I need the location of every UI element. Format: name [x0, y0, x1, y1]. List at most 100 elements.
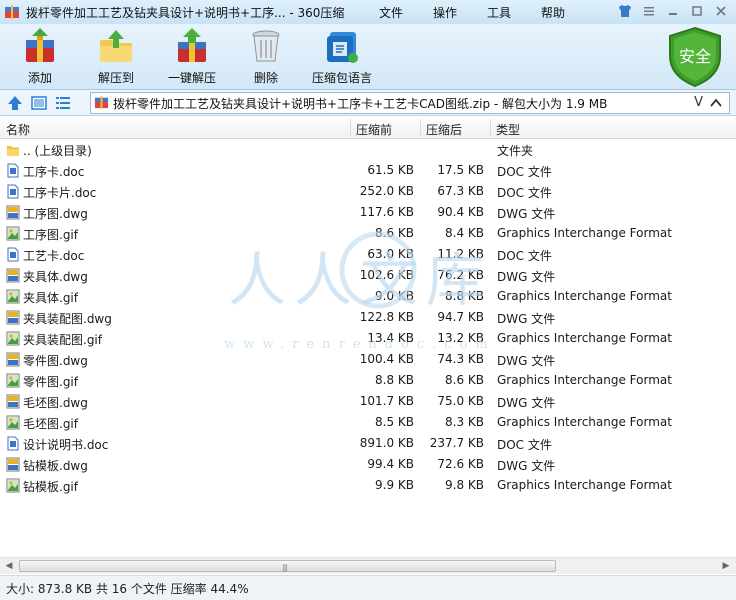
- file-row[interactable]: 夹具体.dwg 102.6 KB 76.2 KB DWG 文件: [0, 265, 736, 286]
- file-name: 零件图.dwg: [23, 354, 88, 368]
- add-label: 添加: [27, 71, 52, 85]
- add-button[interactable]: 添加: [8, 28, 72, 88]
- list-view-icon[interactable]: [54, 94, 72, 112]
- horizontal-scrollbar[interactable]: ◀ ||| ▶: [0, 557, 736, 574]
- scrollbar-thumb[interactable]: |||: [19, 560, 556, 572]
- column-header: 名称 压缩前 压缩后 类型: [0, 117, 736, 139]
- column-type[interactable]: 类型: [496, 121, 520, 138]
- minimize-icon[interactable]: [662, 2, 684, 20]
- extract-folder-icon: [98, 28, 134, 64]
- file-row[interactable]: 工序图.gif 8.6 KB 8.4 KB Graphics Interchange …: [0, 223, 736, 244]
- file-row[interactable]: 夹具体.gif 9.0 KB 8.8 KB Graphics Interchange …: [0, 286, 736, 307]
- gif-file-icon: [6, 415, 20, 430]
- dwg-file-icon: [6, 352, 20, 367]
- file-type: DOC 文件: [497, 438, 552, 452]
- security-shield-badge[interactable]: 安全: [666, 26, 724, 88]
- file-original-size: 8.6 KB: [375, 226, 414, 240]
- file-row[interactable]: 零件图.dwg 100.4 KB 74.3 KB DWG 文件: [0, 349, 736, 370]
- file-row[interactable]: 设计说明书.doc 891.0 KB 237.7 KB DOC 文件: [0, 433, 736, 454]
- file-list: .. (上级目录) 文件夹 工序卡.doc 61.5 KB 17.5 KB DOC 文件工…: [0, 139, 736, 554]
- file-row[interactable]: 工序图.dwg 117.6 KB 90.4 KB DWG 文件: [0, 202, 736, 223]
- column-divider[interactable]: [420, 119, 421, 136]
- file-name: 夹具体.gif: [23, 291, 78, 305]
- delete-label: 删除: [253, 71, 278, 85]
- status-text: 大小: 873.8 KB 共 16 个文件 压缩率 44.4%: [6, 582, 249, 596]
- file-row[interactable]: 夹具装配图.dwg 122.8 KB 94.7 KB DWG 文件: [0, 307, 736, 328]
- column-divider[interactable]: [490, 119, 491, 136]
- file-type: 文件夹: [497, 144, 534, 158]
- column-divider[interactable]: [350, 119, 351, 136]
- file-row[interactable]: 毛坯图.gif 8.5 KB 8.3 KB Graphics Interchange …: [0, 412, 736, 433]
- shirt-icon[interactable]: [614, 2, 636, 20]
- file-original-size: 101.7 KB: [359, 394, 414, 408]
- file-row[interactable]: 毛坯图.dwg 101.7 KB 75.0 KB DWG 文件: [0, 391, 736, 412]
- column-compressed-size[interactable]: 压缩后: [426, 121, 462, 138]
- file-row[interactable]: 钻模板.dwg 99.4 KB 72.6 KB DWG 文件: [0, 454, 736, 475]
- dwg-file-icon: [6, 205, 20, 220]
- maximize-icon[interactable]: [686, 2, 708, 20]
- up-arrow-icon[interactable]: [6, 94, 24, 112]
- scroll-left-arrow-icon[interactable]: ◀: [1, 559, 17, 574]
- file-original-size: 13.4 KB: [367, 331, 414, 345]
- doc-file-icon: [6, 247, 20, 262]
- close-icon[interactable]: [710, 2, 732, 20]
- gif-file-icon: [6, 226, 20, 241]
- file-name: 毛坯图.gif: [23, 417, 78, 431]
- menu-operation[interactable]: 操作: [418, 4, 472, 21]
- scroll-right-arrow-icon[interactable]: ▶: [718, 559, 734, 574]
- file-type: Graphics Interchange Format: [497, 226, 672, 240]
- file-row[interactable]: .. (上级目录) 文件夹: [0, 139, 736, 160]
- file-row[interactable]: 钻模板.gif 9.9 KB 9.8 KB Graphics Interchange …: [0, 475, 736, 496]
- file-name: .. (上级目录): [23, 144, 92, 158]
- file-row[interactable]: 工艺卡.doc 63.0 KB 11.2 KB DOC 文件: [0, 244, 736, 265]
- folder-icon: [6, 142, 20, 157]
- extract-to-button[interactable]: 解压到: [84, 28, 148, 88]
- file-row[interactable]: 工序卡.doc 61.5 KB 17.5 KB DOC 文件: [0, 160, 736, 181]
- file-type: Graphics Interchange Format: [497, 415, 672, 429]
- security-badge-text: 安全: [679, 47, 711, 66]
- path-up-chevron-icon[interactable]: [707, 94, 725, 112]
- app-archive-icon: [4, 4, 20, 20]
- file-name: 钻模板.dwg: [23, 459, 88, 473]
- file-type: DOC 文件: [497, 165, 552, 179]
- file-type: DWG 文件: [497, 312, 556, 326]
- dwg-file-icon: [6, 310, 20, 325]
- menu-tools[interactable]: 工具: [472, 4, 526, 21]
- file-compressed-size: 90.4 KB: [437, 205, 484, 219]
- file-compressed-size: 94.7 KB: [437, 310, 484, 324]
- file-name: 零件图.gif: [23, 375, 78, 389]
- file-name: 工艺卡.doc: [23, 249, 85, 263]
- one-click-extract-button[interactable]: 一键解压: [160, 28, 224, 88]
- path-field[interactable]: 拨杆零件加工工艺及钻夹具设计+说明书+工序卡+工艺卡CAD图纸.zip - 解包…: [90, 92, 730, 114]
- archive-path-text: 拨杆零件加工工艺及钻夹具设计+说明书+工序卡+工艺卡CAD图纸.zip - 解包…: [113, 96, 608, 111]
- doc-file-icon: [6, 184, 20, 199]
- file-original-size: 8.5 KB: [375, 415, 414, 429]
- file-name: 夹具体.dwg: [23, 270, 88, 284]
- file-row[interactable]: 夹具装配图.gif 13.4 KB 13.2 KB Graphics Intercha…: [0, 328, 736, 349]
- compressed-language-button[interactable]: 压缩包语言: [306, 28, 378, 88]
- menu-icon[interactable]: [638, 2, 660, 20]
- menu-file[interactable]: 文件: [364, 4, 418, 21]
- dwg-file-icon: [6, 457, 20, 472]
- extract-to-label: 解压到: [97, 71, 134, 85]
- column-name[interactable]: 名称: [6, 121, 30, 138]
- delete-button[interactable]: 删除: [234, 28, 298, 88]
- file-compressed-size: 9.8 KB: [445, 478, 484, 492]
- path-dropdown-button[interactable]: V: [694, 95, 703, 110]
- file-original-size: 122.8 KB: [359, 310, 414, 324]
- file-original-size: 117.6 KB: [359, 205, 414, 219]
- file-compressed-size: 67.3 KB: [437, 184, 484, 198]
- file-row[interactable]: 工序卡片.doc 252.0 KB 67.3 KB DOC 文件: [0, 181, 736, 202]
- file-type: Graphics Interchange Format: [497, 331, 672, 345]
- title-bar: 拨杆零件加工工艺及钻夹具设计+说明书+工序... - 360压缩 文件 操作 工…: [0, 0, 736, 24]
- address-bar: 拨杆零件加工工艺及钻夹具设计+说明书+工序卡+工艺卡CAD图纸.zip - 解包…: [0, 90, 736, 116]
- gif-file-icon: [6, 478, 20, 493]
- file-name: 钻模板.gif: [23, 480, 78, 494]
- file-original-size: 8.8 KB: [375, 373, 414, 387]
- menu-help[interactable]: 帮助: [526, 4, 580, 21]
- column-original-size[interactable]: 压缩前: [356, 121, 392, 138]
- file-compressed-size: 76.2 KB: [437, 268, 484, 282]
- file-original-size: 100.4 KB: [359, 352, 414, 366]
- file-row[interactable]: 零件图.gif 8.8 KB 8.6 KB Graphics Interchange …: [0, 370, 736, 391]
- icon-view-icon[interactable]: [30, 94, 48, 112]
